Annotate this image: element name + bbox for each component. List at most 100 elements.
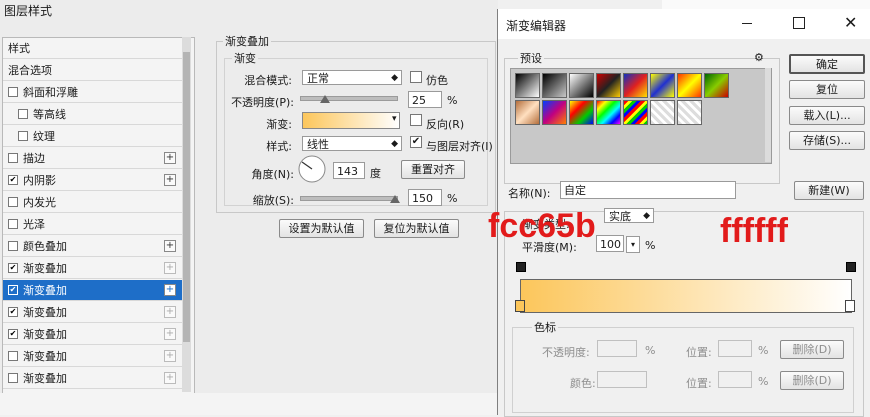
add-style-icon[interactable]: +	[164, 306, 176, 318]
preset-swatch[interactable]	[704, 73, 729, 98]
scale-slider-handle[interactable]	[390, 195, 400, 203]
opacity-slider-handle[interactable]	[320, 95, 330, 103]
style-list-item[interactable]: 描边 +	[3, 148, 182, 169]
maximize-icon[interactable]	[793, 17, 805, 29]
preset-swatch[interactable]	[596, 73, 621, 98]
style-list-item[interactable]: ✔ 渐变叠加 +	[3, 324, 182, 345]
styles-list-header[interactable]: 样式	[3, 38, 182, 59]
gradient-preview[interactable]	[302, 112, 400, 129]
style-list-item[interactable]: 渐变叠加 +	[3, 368, 182, 389]
save-button[interactable]: 存储(S)...	[789, 131, 865, 150]
preset-swatch[interactable]	[569, 100, 594, 125]
preset-swatch[interactable]	[623, 100, 648, 125]
style-checkbox[interactable]	[18, 109, 28, 119]
reverse-checkbox[interactable]	[410, 114, 422, 126]
delete-color-stop-button[interactable]: 删除(D)	[780, 371, 844, 390]
add-style-icon[interactable]: +	[164, 262, 176, 274]
reset-default-button[interactable]: 复位为默认值	[374, 219, 459, 238]
style-list-item[interactable]: ✔ 内阴影 +	[3, 170, 182, 191]
style-list-item[interactable]: ✔ 渐变叠加 +	[3, 258, 182, 279]
scale-input[interactable]: 150	[408, 189, 442, 206]
style-list-item[interactable]: 等高线	[3, 104, 182, 125]
add-style-icon[interactable]: +	[164, 350, 176, 362]
add-style-icon[interactable]: +	[164, 240, 176, 252]
preset-swatch[interactable]	[596, 100, 621, 125]
style-checkbox[interactable]: ✔	[8, 263, 18, 273]
align-with-layer-checkbox[interactable]: ✔	[410, 136, 422, 148]
preset-swatch[interactable]	[515, 100, 540, 125]
add-style-icon[interactable]: +	[164, 152, 176, 164]
style-list-item[interactable]: 纹理	[3, 126, 182, 147]
stop-opacity-input[interactable]	[597, 340, 637, 357]
preset-swatch[interactable]	[542, 73, 567, 98]
blend-mode-select[interactable]: 正常 ◆	[302, 70, 402, 85]
smoothness-dropdown-arrow-icon[interactable]: ▾	[626, 236, 640, 253]
style-list-item[interactable]: 斜面和浮雕	[3, 82, 182, 103]
layer-style-dialog: 图层样式 样式 混合选项 斜面和浮雕 等高线 纹理 描边 + ✔ 内阴影 + 内发光 光泽 颜色叠加 +…	[0, 0, 498, 394]
dither-checkbox[interactable]	[410, 71, 422, 83]
style-checkbox[interactable]	[8, 197, 18, 207]
style-list-item[interactable]: 颜色叠加 +	[3, 236, 182, 257]
style-checkbox[interactable]	[18, 131, 28, 141]
new-button[interactable]: 新建(W)	[794, 181, 864, 200]
preset-swatch[interactable]	[569, 73, 594, 98]
preset-swatch[interactable]	[515, 73, 540, 98]
color-stop-right[interactable]	[845, 300, 855, 312]
preset-swatch[interactable]	[623, 73, 648, 98]
preset-swatch[interactable]	[677, 100, 702, 125]
make-default-button[interactable]: 设置为默认值	[279, 219, 364, 238]
stop-color-swatch[interactable]	[597, 371, 647, 388]
presets-scrollbar[interactable]	[765, 68, 771, 162]
style-list-item[interactable]: ✔ 渐变叠加 +	[3, 280, 182, 301]
style-checkbox[interactable]: ✔	[8, 307, 18, 317]
add-style-icon[interactable]: +	[164, 174, 176, 186]
name-input[interactable]: 自定	[560, 181, 736, 199]
minimize-icon[interactable]	[742, 23, 752, 24]
add-style-icon[interactable]: +	[164, 328, 176, 340]
style-checkbox[interactable]	[8, 87, 18, 97]
style-list-item[interactable]: 光泽	[3, 214, 182, 235]
color-stop-left[interactable]	[515, 300, 525, 312]
gradient-bar[interactable]	[520, 279, 852, 313]
reset-button[interactable]: 复位	[789, 80, 865, 99]
opacity-stop-left[interactable]	[516, 262, 526, 272]
add-style-icon[interactable]: +	[164, 284, 176, 296]
style-list-item[interactable]: ✔ 渐变叠加 +	[3, 302, 182, 323]
style-checkbox[interactable]	[8, 373, 18, 383]
opacity-stop-right[interactable]	[846, 262, 856, 272]
preset-swatch[interactable]	[542, 100, 567, 125]
angle-dial[interactable]	[297, 154, 327, 184]
reset-alignment-button[interactable]: 重置对齐	[401, 160, 465, 179]
gradient-dropdown-arrow-icon[interactable]: ▾	[392, 114, 397, 124]
style-list-item[interactable]: 内发光	[3, 192, 182, 213]
style-list-item[interactable]: 混合选项	[3, 60, 182, 81]
scale-slider[interactable]	[300, 196, 398, 201]
close-icon[interactable]: ✕	[844, 13, 857, 32]
ok-button[interactable]: 确定	[789, 54, 865, 74]
preset-swatch[interactable]	[650, 100, 675, 125]
presets-gear-icon[interactable]: ⚙	[754, 51, 764, 64]
stop-opacity-location-input[interactable]	[718, 340, 752, 357]
style-checkbox[interactable]: ✔	[8, 175, 18, 185]
styles-scrollbar-thumb[interactable]	[183, 52, 190, 342]
style-list-item-label: 描边	[23, 152, 45, 165]
style-checkbox[interactable]: ✔	[8, 329, 18, 339]
opacity-input[interactable]: 25	[408, 91, 442, 108]
style-checkbox[interactable]	[8, 351, 18, 361]
style-checkbox[interactable]	[8, 153, 18, 163]
gradient-type-select[interactable]: 实底 ◆	[604, 208, 654, 223]
style-list-item[interactable]: 渐变叠加 +	[3, 346, 182, 367]
add-style-icon[interactable]: +	[164, 372, 176, 384]
stop-color-location-input[interactable]	[718, 371, 752, 388]
preset-swatch[interactable]	[650, 73, 675, 98]
opacity-slider[interactable]	[300, 96, 398, 101]
preset-swatch[interactable]	[677, 73, 702, 98]
style-checkbox[interactable]	[8, 241, 18, 251]
style-checkbox[interactable]	[8, 219, 18, 229]
style-checkbox[interactable]: ✔	[8, 285, 18, 295]
load-button[interactable]: 载入(L)...	[789, 106, 865, 125]
delete-opacity-stop-button[interactable]: 删除(D)	[780, 340, 844, 359]
angle-input[interactable]: 143	[333, 162, 365, 179]
smoothness-input[interactable]: 100	[596, 235, 624, 252]
style-select[interactable]: 线性 ◆	[302, 136, 402, 151]
